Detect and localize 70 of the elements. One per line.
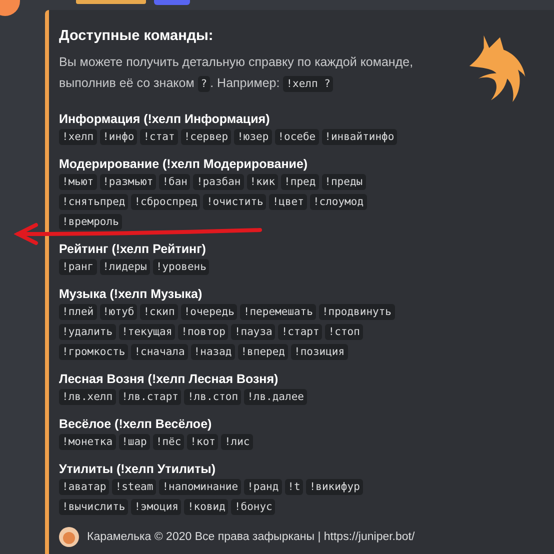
command-code: !лв.хелп bbox=[59, 389, 116, 405]
command-code: !снятьпред bbox=[59, 194, 128, 210]
command-code: !ютуб bbox=[100, 304, 138, 320]
command-code: !пёс bbox=[152, 434, 184, 450]
command-code: !слоумод bbox=[310, 194, 367, 210]
command-code: !уровень bbox=[152, 259, 210, 275]
command-code: !скип bbox=[140, 304, 178, 320]
command-code: !шар bbox=[118, 434, 150, 450]
section-heading: Лесная Возня (!хелп Лесная Возня) bbox=[59, 371, 280, 387]
command-code: !громкость bbox=[59, 344, 128, 360]
command-code: !хелп bbox=[59, 129, 97, 145]
command-code: !пауза bbox=[231, 324, 276, 340]
command-code: !викифур bbox=[306, 479, 363, 495]
section-heading: Модерирование (!хелп Модерирование) bbox=[59, 156, 309, 172]
command-code: !удалить bbox=[59, 324, 116, 340]
command-code: !напоминание bbox=[159, 479, 242, 495]
command-code: !ковид bbox=[184, 499, 228, 515]
command-code: !пред bbox=[281, 174, 319, 190]
command-code: !цвет bbox=[269, 194, 307, 210]
command-code: !инвайтинфо bbox=[322, 129, 398, 145]
command-code: !разбан bbox=[193, 174, 244, 190]
command-code: !стат bbox=[140, 129, 178, 145]
footer-text: Карамелька © 2020 Все права зафырканы | https://juniper.bot/ bbox=[87, 531, 415, 543]
section-heading: Информация (!хелп Информация) bbox=[59, 111, 271, 127]
command-code: !ранг bbox=[59, 259, 97, 275]
command-code: !t bbox=[284, 479, 304, 495]
command-code: !монетка bbox=[59, 434, 116, 450]
command-code: !мьют bbox=[59, 174, 97, 190]
command-code: !кик bbox=[246, 174, 278, 190]
section-heading: Музыка (!хелп Музыка) bbox=[59, 286, 204, 302]
embed-description: Вы можете получить детальную справку по каждой команде, выполнив её со знаком ? . Например: !хелп ? bbox=[59, 54, 414, 94]
command-code: !сброспред bbox=[131, 194, 200, 210]
command-code: !очистить bbox=[203, 194, 266, 210]
command-code: !кот bbox=[187, 434, 218, 450]
command-code: !лв.стоп bbox=[184, 389, 242, 405]
section-heading: Рейтинг (!хелп Рейтинг) bbox=[59, 241, 207, 257]
command-code: !лв.далее bbox=[244, 389, 307, 405]
command-code: !времроль bbox=[59, 214, 122, 230]
command-code: !очередь bbox=[180, 304, 238, 320]
command-code: !старт bbox=[278, 324, 322, 340]
command-code: !steam bbox=[112, 479, 156, 495]
footer-avatar-icon bbox=[59, 527, 79, 547]
command-code: !бан bbox=[159, 174, 190, 190]
command-code: !лидеры bbox=[100, 259, 150, 275]
command-code: !эмоция bbox=[131, 499, 182, 515]
command-code: !инфо bbox=[100, 129, 138, 145]
command-code: !лв.старт bbox=[118, 389, 182, 405]
embed-title: Доступные команды: bbox=[59, 28, 214, 44]
command-code: !повтор bbox=[178, 324, 228, 340]
command-code: !плей bbox=[59, 304, 97, 320]
command-code: !вычислить bbox=[59, 499, 128, 515]
command-code: !бонус bbox=[231, 499, 276, 515]
command-code: !позиция bbox=[291, 344, 348, 360]
command-code: !ранд bbox=[244, 479, 282, 495]
command-code: !текущая bbox=[118, 324, 176, 340]
command-code: !перемешать bbox=[240, 304, 316, 320]
command-code: !преды bbox=[322, 174, 366, 190]
section-heading: Весёлое (!хелп Весёлое) bbox=[59, 416, 213, 432]
command-code: !вперед bbox=[238, 344, 288, 360]
command-code: !размьют bbox=[100, 174, 156, 190]
command-code: !аватар bbox=[59, 479, 110, 495]
command-code: !сначала bbox=[131, 344, 188, 360]
command-code: !осебе bbox=[274, 129, 319, 145]
command-code: !продвинуть bbox=[318, 304, 394, 320]
command-code: !назад bbox=[190, 344, 235, 360]
command-code: !лис bbox=[221, 434, 253, 450]
command-code: !стоп bbox=[325, 324, 363, 340]
command-code: !сервер bbox=[180, 129, 232, 145]
section-heading: Утилиты (!хелп Утилиты) bbox=[59, 461, 217, 477]
command-code: !юзер bbox=[234, 129, 272, 145]
